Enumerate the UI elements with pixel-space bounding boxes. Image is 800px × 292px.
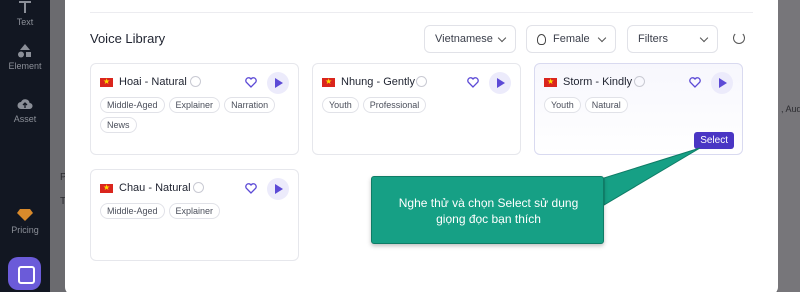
filters-select-value: Filters: [638, 33, 668, 45]
play-button[interactable]: [267, 72, 289, 94]
voice-card-chau[interactable]: Chau - Natural Middle-Aged Explainer: [90, 169, 299, 261]
sidebar-item-asset[interactable]: Asset: [0, 97, 50, 124]
sidebar-item-label: Element: [8, 61, 42, 71]
vietnam-flag-icon: [544, 76, 557, 88]
voice-tags: Youth Professional: [322, 97, 512, 113]
info-icon[interactable]: [193, 182, 204, 193]
background-panel: [778, 0, 800, 292]
voice-card-hoai[interactable]: Hoai - Natural Middle-Aged Explainer Nar…: [90, 63, 299, 155]
info-icon[interactable]: [634, 76, 645, 87]
play-button[interactable]: [489, 72, 511, 94]
sidebar-item-element[interactable]: Element: [0, 44, 50, 71]
background-text: , Aud...: [781, 104, 800, 114]
callout-text: Nghe thử và chọn Select sử dụng giọng đọ…: [398, 196, 579, 226]
sidebar-item-label: Text: [16, 17, 34, 27]
voice-tag: Narration: [224, 97, 276, 113]
tooltip-callout: Nghe thử và chọn Select sử dụng giọng đọ…: [371, 176, 604, 244]
vietnam-flag-icon: [100, 182, 113, 194]
voice-tag: Natural: [584, 97, 628, 113]
play-button[interactable]: [711, 72, 733, 94]
voice-tag: Middle-Aged: [100, 203, 165, 219]
language-select[interactable]: Vietnamese: [424, 25, 516, 53]
sidebar-item-pricing[interactable]: Pricing: [0, 208, 50, 235]
voice-tags: Middle-Aged Explainer: [100, 203, 290, 219]
lightbulb-icon: [537, 33, 546, 45]
filters-select[interactable]: Filters: [627, 25, 718, 53]
app-sidebar: Text Element Asset Pricing: [0, 0, 50, 292]
divider: [90, 12, 753, 13]
voice-tag: Middle-Aged: [100, 97, 165, 113]
diamond-icon: [17, 209, 33, 221]
voice-name: Storm - Kindly: [563, 76, 633, 88]
voice-tag: News: [100, 117, 137, 133]
gender-select-value: Female: [553, 33, 590, 45]
voice-tags: Youth Natural: [544, 97, 734, 113]
voice-tags: Middle-Aged Explainer Narration News: [100, 97, 290, 133]
play-button[interactable]: [267, 178, 289, 200]
refresh-icon[interactable]: [733, 32, 745, 44]
voice-library-modal: Voice Library Vietnamese Female Filters …: [65, 0, 778, 292]
cloud-upload-icon: [17, 99, 33, 110]
info-icon[interactable]: [190, 76, 201, 87]
heart-icon[interactable]: [245, 77, 257, 88]
vietnam-flag-icon: [322, 76, 335, 88]
shapes-icon: [18, 44, 31, 58]
language-select-value: Vietnamese: [435, 33, 493, 45]
info-icon[interactable]: [416, 76, 427, 87]
voice-tag: Youth: [322, 97, 359, 113]
voice-name: Nhung - Gently: [341, 76, 415, 88]
select-voice-button[interactable]: Select: [694, 132, 734, 149]
heart-icon[interactable]: [467, 77, 479, 88]
vietnam-flag-icon: [100, 76, 113, 88]
gender-select[interactable]: Female: [526, 25, 616, 53]
chevron-down-icon: [699, 33, 709, 42]
text-icon: [19, 1, 31, 13]
chevron-down-icon: [497, 33, 507, 42]
voice-tag: Explainer: [168, 97, 221, 113]
voice-library-title: Voice Library: [90, 31, 166, 46]
voice-card-storm[interactable]: Storm - Kindly Youth Natural Select: [534, 63, 743, 155]
sidebar-item-label: Asset: [13, 114, 37, 124]
chevron-down-icon: [597, 33, 607, 42]
voice-tag: Explainer: [168, 203, 221, 219]
voice-tag: Professional: [362, 97, 427, 113]
voice-name: Hoai - Natural: [119, 76, 187, 88]
voice-card-nhung[interactable]: Nhung - Gently Youth Professional: [312, 63, 521, 155]
heart-icon[interactable]: [245, 183, 257, 194]
voice-name: Chau - Natural: [119, 182, 191, 194]
voice-tag: Youth: [544, 97, 581, 113]
sidebar-item-label: Pricing: [11, 225, 39, 235]
chat-icon[interactable]: [8, 257, 41, 290]
sidebar-item-text[interactable]: Text: [0, 0, 50, 27]
heart-icon[interactable]: [689, 77, 701, 88]
